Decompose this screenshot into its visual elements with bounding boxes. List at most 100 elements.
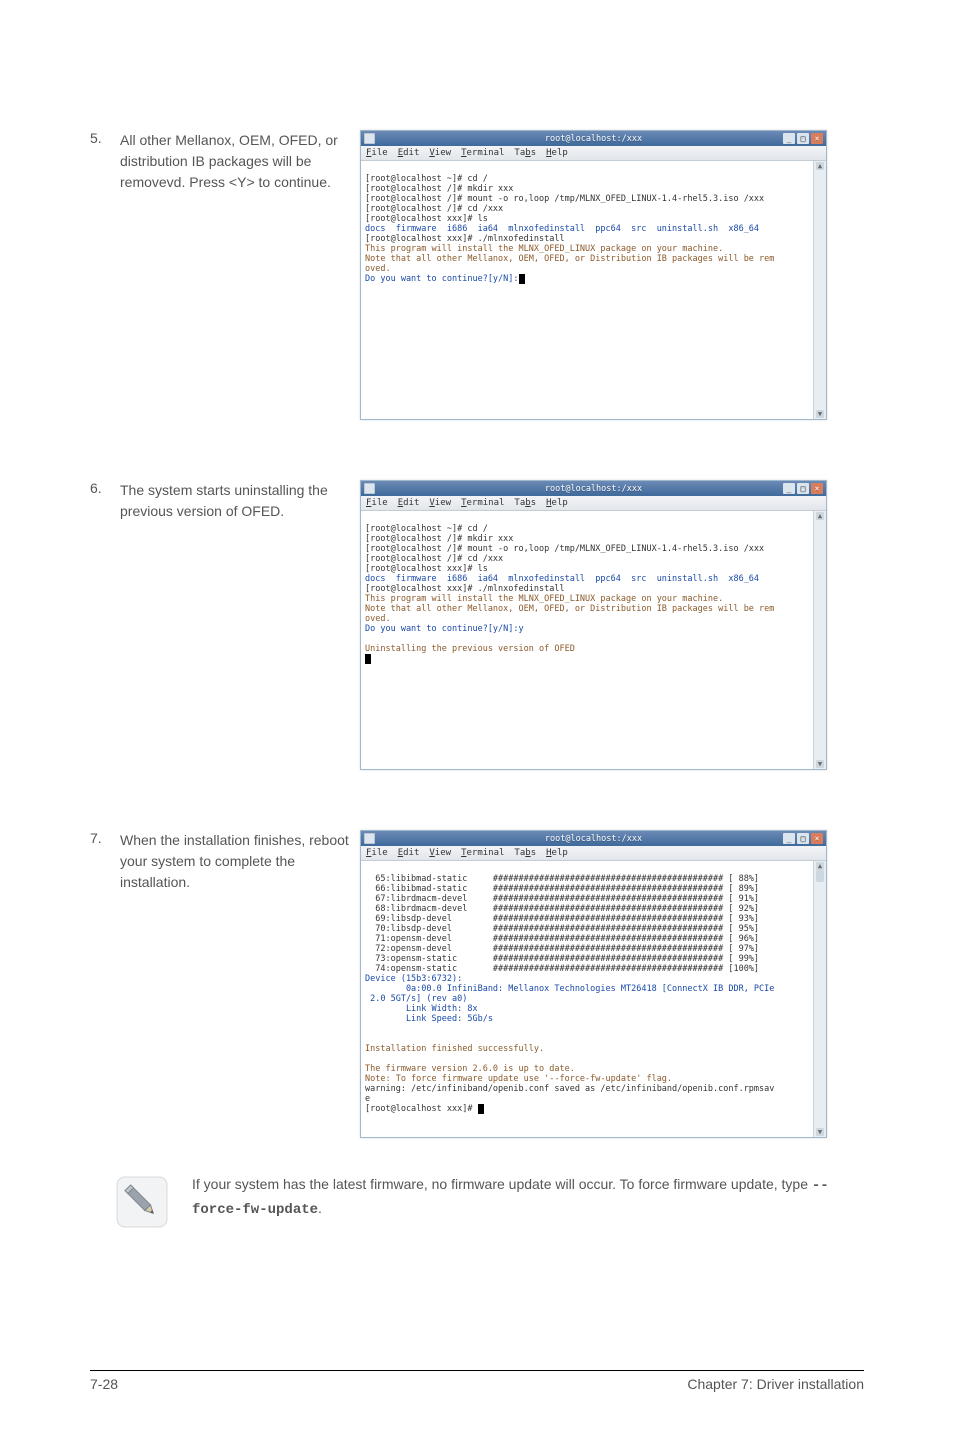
note-block: If your system has the latest firmware, … bbox=[90, 1174, 864, 1230]
term-line: [root@localhost xxx]# ls bbox=[365, 564, 488, 574]
terminal-body[interactable]: [root@localhost ~]# cd / [root@localhost… bbox=[361, 511, 826, 769]
window-buttons: _ □ × bbox=[783, 833, 823, 844]
terminal-titlebar: root@localhost:/xxx _ □ × bbox=[361, 481, 826, 496]
terminal-titlebar: root@localhost:/xxx _ □ × bbox=[361, 131, 826, 146]
term-line: oved. bbox=[365, 264, 391, 274]
page-footer: 7-28 Chapter 7: Driver installation bbox=[90, 1370, 864, 1392]
menu-file[interactable]: File bbox=[366, 498, 388, 508]
note-text-b: . bbox=[318, 1200, 322, 1216]
term-line: [root@localhost /]# mkdir xxx bbox=[365, 184, 513, 194]
scroll-up-icon[interactable]: ▲ bbox=[816, 162, 824, 170]
pencil-note-icon bbox=[114, 1174, 170, 1230]
menu-terminal[interactable]: Terminal bbox=[461, 848, 504, 858]
menu-edit[interactable]: Edit bbox=[398, 148, 420, 158]
footer-page-number: 7-28 bbox=[90, 1376, 118, 1392]
term-line: oved. bbox=[365, 614, 391, 624]
menu-help[interactable]: Help bbox=[546, 498, 568, 508]
scroll-down-icon[interactable]: ▼ bbox=[816, 410, 824, 418]
term-line: 68:librdmacm-devel #####################… bbox=[365, 904, 759, 914]
menu-help[interactable]: Help bbox=[546, 848, 568, 858]
term-line: [root@localhost xxx]# bbox=[365, 1104, 478, 1114]
maximize-button[interactable]: □ bbox=[797, 833, 809, 844]
term-line: docs firmware i686 ia64 mlnxofedinstall … bbox=[365, 574, 759, 584]
close-button[interactable]: × bbox=[811, 483, 823, 494]
term-line: 69:libsdp-devel ########################… bbox=[365, 914, 759, 924]
term-line: 74:opensm-static #######################… bbox=[365, 964, 759, 974]
note-text: If your system has the latest firmware, … bbox=[192, 1174, 864, 1221]
term-line: [root@localhost /]# cd /xxx bbox=[365, 554, 503, 564]
terminal-titlebar: root@localhost:/xxx _ □ × bbox=[361, 831, 826, 846]
term-line: Uninstalling the previous version of OFE… bbox=[365, 644, 575, 654]
close-button[interactable]: × bbox=[811, 133, 823, 144]
term-line: [root@localhost ~]# cd / bbox=[365, 174, 488, 184]
step-number: 7. bbox=[90, 830, 120, 846]
menu-view[interactable]: View bbox=[429, 148, 451, 158]
menu-edit[interactable]: Edit bbox=[398, 498, 420, 508]
terminal-menubar: File Edit View Terminal Tabs Help bbox=[361, 496, 826, 511]
menu-view[interactable]: View bbox=[429, 848, 451, 858]
term-line: 0a:00.0 InfiniBand: Mellanox Technologie… bbox=[365, 984, 774, 994]
step-description: All other Mellanox, OEM, OFED, or distri… bbox=[120, 130, 360, 193]
terminal-scrollbar[interactable]: ▲ ▼ bbox=[813, 161, 826, 419]
terminal-window: root@localhost:/xxx _ □ × File Edit View… bbox=[360, 480, 827, 770]
term-line: [root@localhost ~]# cd / bbox=[365, 524, 488, 534]
term-line: Do you want to continue?[y/N]: bbox=[365, 274, 519, 284]
term-line: 70:libsdp-devel ########################… bbox=[365, 924, 759, 934]
term-line: 67:librdmacm-devel #####################… bbox=[365, 894, 759, 904]
terminal-title-text: root@localhost:/xxx bbox=[545, 134, 642, 144]
menu-terminal[interactable]: Terminal bbox=[461, 498, 504, 508]
menu-tabs[interactable]: Tabs bbox=[514, 848, 536, 858]
menu-terminal[interactable]: Terminal bbox=[461, 148, 504, 158]
terminal-menubar: File Edit View Terminal Tabs Help bbox=[361, 846, 826, 861]
step-description: When the installation finishes, reboot y… bbox=[120, 830, 360, 893]
terminal-scrollbar[interactable]: ▲ ▼ bbox=[813, 511, 826, 769]
maximize-button[interactable]: □ bbox=[797, 133, 809, 144]
terminal-window: root@localhost:/xxx _ □ × File Edit View… bbox=[360, 830, 827, 1138]
term-line: [root@localhost xxx]# ls bbox=[365, 214, 488, 224]
term-line: Link Speed: 5Gb/s bbox=[365, 1014, 493, 1024]
footer-chapter-title: Chapter 7: Driver installation bbox=[687, 1376, 864, 1392]
menu-view[interactable]: View bbox=[429, 498, 451, 508]
term-line: Note that all other Mellanox, OEM, OFED,… bbox=[365, 254, 774, 264]
terminal-body[interactable]: [root@localhost ~]# cd / [root@localhost… bbox=[361, 161, 826, 419]
menu-file[interactable]: File bbox=[366, 848, 388, 858]
step-number: 6. bbox=[90, 480, 120, 496]
term-line: 66:libibmad-static #####################… bbox=[365, 884, 759, 894]
term-line: 65:libibmad-static #####################… bbox=[365, 874, 759, 884]
term-line: warning: /etc/infiniband/openib.conf sav… bbox=[365, 1084, 774, 1094]
scroll-up-icon[interactable]: ▲ bbox=[816, 862, 824, 870]
window-buttons: _ □ × bbox=[783, 483, 823, 494]
term-line: 73:opensm-static #######################… bbox=[365, 954, 759, 964]
term-line: Installation finished successfully. bbox=[365, 1044, 544, 1054]
terminal-cursor bbox=[519, 274, 525, 284]
minimize-button[interactable]: _ bbox=[783, 833, 795, 844]
term-line: This program will install the MLNX_OFED_… bbox=[365, 594, 723, 604]
scroll-down-icon[interactable]: ▼ bbox=[816, 1128, 824, 1136]
menu-file[interactable]: File bbox=[366, 148, 388, 158]
close-button[interactable]: × bbox=[811, 833, 823, 844]
term-line: The firmware version 2.6.0 is up to date… bbox=[365, 1064, 575, 1074]
step-screenshot: root@localhost:/xxx _ □ × File Edit View… bbox=[360, 830, 864, 1138]
term-line: [root@localhost /]# mount -o ro,loop /tm… bbox=[365, 544, 764, 554]
terminal-scrollbar[interactable]: ▲ ▼ bbox=[813, 861, 826, 1137]
term-line: 2.0 5GT/s] (rev a0) bbox=[365, 994, 467, 1004]
terminal-body[interactable]: 65:libibmad-static #####################… bbox=[361, 861, 826, 1137]
scroll-up-icon[interactable]: ▲ bbox=[816, 512, 824, 520]
maximize-button[interactable]: □ bbox=[797, 483, 809, 494]
term-line: Link Width: 8x bbox=[365, 1004, 478, 1014]
term-line: docs firmware i686 ia64 mlnxofedinstall … bbox=[365, 224, 759, 234]
scroll-down-icon[interactable]: ▼ bbox=[816, 760, 824, 768]
terminal-title-icon bbox=[364, 833, 375, 844]
term-line: This program will install the MLNX_OFED_… bbox=[365, 244, 723, 254]
menu-tabs[interactable]: Tabs bbox=[514, 148, 536, 158]
menu-tabs[interactable]: Tabs bbox=[514, 498, 536, 508]
minimize-button[interactable]: _ bbox=[783, 133, 795, 144]
terminal-title-text: root@localhost:/xxx bbox=[545, 834, 642, 844]
menu-help[interactable]: Help bbox=[546, 148, 568, 158]
term-line: [root@localhost xxx]# ./mlnxofedinstall bbox=[365, 584, 565, 594]
step-number: 5. bbox=[90, 130, 120, 146]
terminal-title-text: root@localhost:/xxx bbox=[545, 484, 642, 494]
menu-edit[interactable]: Edit bbox=[398, 848, 420, 858]
scroll-thumb[interactable] bbox=[816, 870, 824, 882]
minimize-button[interactable]: _ bbox=[783, 483, 795, 494]
